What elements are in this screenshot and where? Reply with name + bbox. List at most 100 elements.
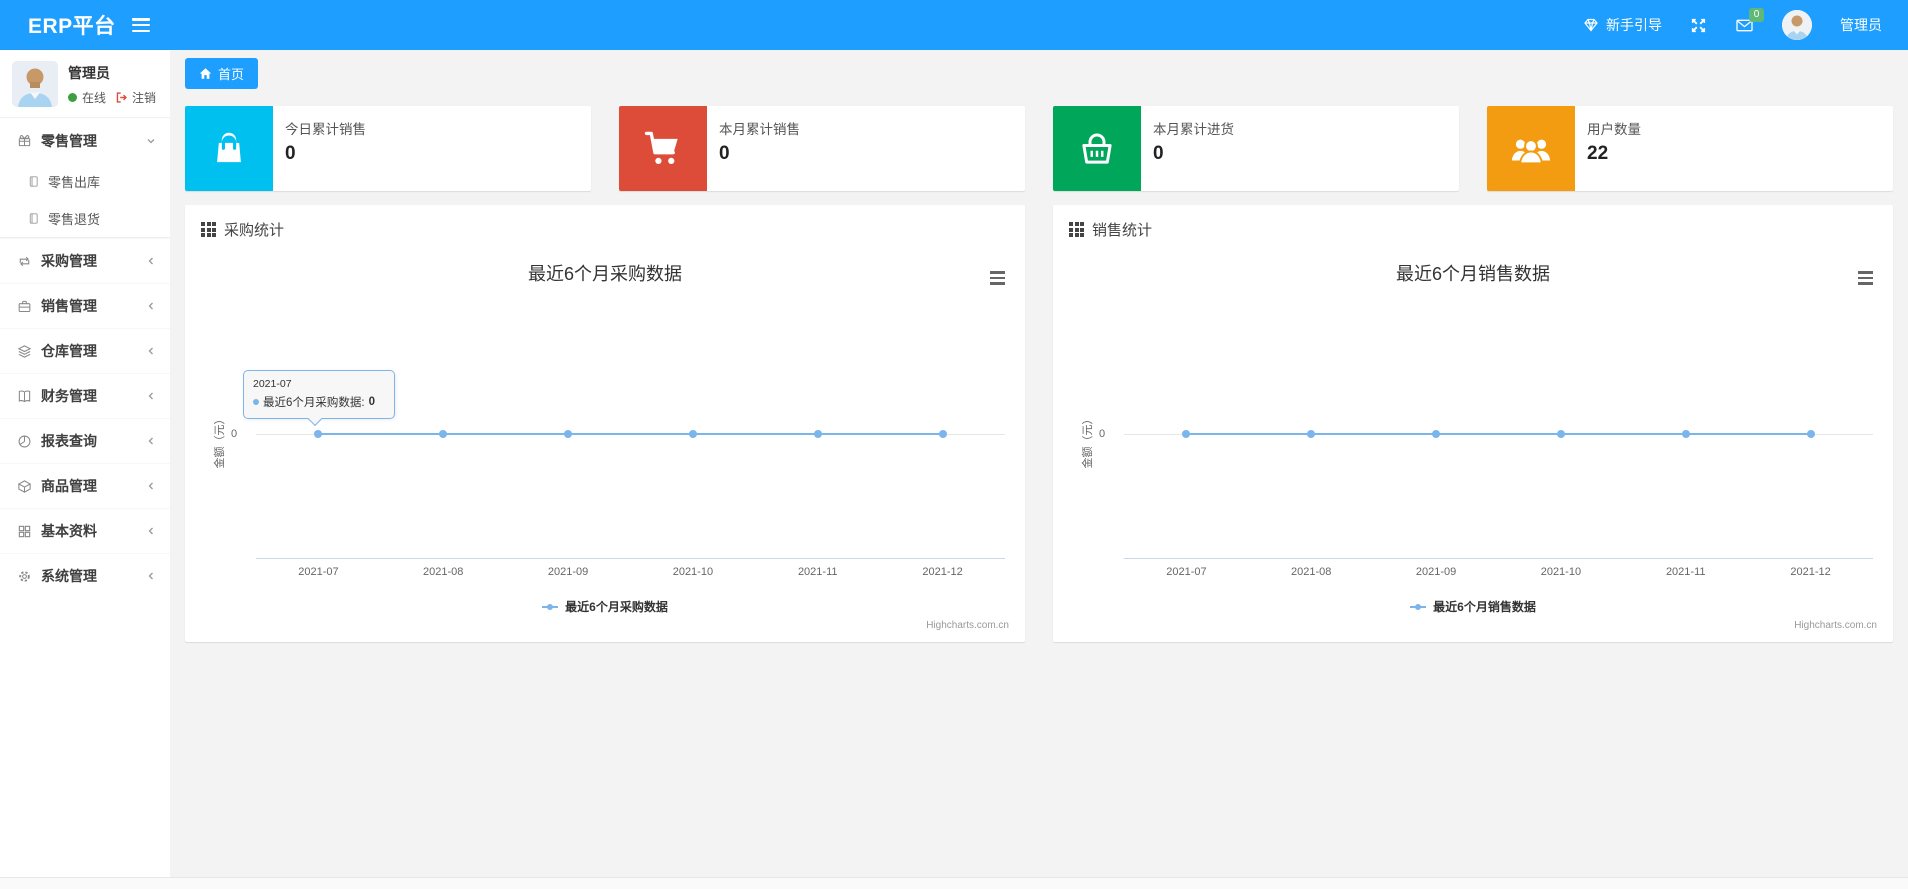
sidebar-username: 管理员	[68, 64, 110, 81]
guide-button[interactable]: 新手引导	[1583, 15, 1662, 35]
series-point[interactable]	[1806, 430, 1815, 438]
main-content: 首页 今日累计销售 0 本月累计销售 0 本月累计进货 0 用户数量 22 采购…	[170, 50, 1908, 877]
y-axis-label: 金额（元）	[214, 413, 226, 469]
series-point[interactable]	[564, 430, 573, 438]
chevron-left-icon	[146, 571, 156, 581]
sidebar-item-system[interactable]: 系统管理	[0, 553, 170, 598]
tooltip-value: 0	[368, 396, 375, 408]
app: ERP平台 新手引导 0 管理员 管理员 在线 注销 零售管理 零售出库 零售退…	[0, 0, 1908, 889]
layers-icon	[17, 344, 32, 359]
x-axis-line	[256, 558, 1005, 559]
cube-icon	[17, 479, 32, 494]
cart-icon	[619, 106, 707, 191]
chevron-left-icon	[146, 301, 156, 311]
card-month-sales: 本月累计销售 0	[619, 106, 1025, 191]
series-point[interactable]	[1681, 430, 1690, 438]
chart-credit[interactable]: Highcharts.com.cn	[926, 620, 1009, 631]
x-axis-line	[1124, 558, 1873, 559]
report-icon	[17, 434, 32, 449]
brand-area: ERP平台	[0, 10, 170, 40]
card-label: 本月累计销售	[719, 122, 800, 137]
chevron-left-icon	[146, 526, 156, 536]
card-value: 0	[719, 143, 730, 164]
fullscreen-icon[interactable]	[1690, 17, 1707, 34]
briefcase-icon	[17, 299, 32, 314]
basket-icon	[1053, 106, 1141, 191]
tooltip-series-dot	[253, 399, 259, 405]
open-book-icon	[17, 389, 32, 404]
y-axis-tick: 0	[231, 428, 238, 440]
card-label: 本月累计进货	[1153, 122, 1234, 137]
series-point[interactable]	[688, 430, 697, 438]
sidebar-item-retail[interactable]: 零售管理	[0, 118, 170, 163]
messages-button[interactable]: 0	[1735, 8, 1764, 33]
page-footer	[0, 877, 1908, 889]
card-value: 22	[1587, 143, 1609, 164]
chevron-down-icon	[146, 136, 156, 146]
chart-context-menu-icon[interactable]	[1858, 271, 1873, 285]
sidebar-submenu-retail: 零售出库 零售退货	[0, 163, 170, 238]
series-point[interactable]	[938, 430, 947, 438]
series-point[interactable]	[314, 430, 323, 438]
stat-cards: 今日累计销售 0 本月累计销售 0 本月累计进货 0 用户数量 22	[185, 106, 1893, 191]
series-line	[318, 433, 942, 435]
sidebar: 管理员 在线 注销 零售管理 零售出库 零售退货 采购管理 销售管理 仓库管理 …	[0, 50, 170, 877]
series-line	[1186, 433, 1810, 435]
user-avatar[interactable]	[1782, 10, 1812, 40]
tooltip-header: 2021-07	[253, 378, 292, 390]
x-axis-ticks: 2021-07 2021-08 2021-09 2021-10 2021-11 …	[298, 566, 963, 578]
sidebar-item-warehouse[interactable]: 仓库管理	[0, 328, 170, 373]
series-point[interactable]	[1182, 430, 1191, 438]
y-axis-label: 金额（元）	[1082, 413, 1094, 469]
series-point[interactable]	[439, 430, 448, 438]
series-point[interactable]	[1556, 430, 1565, 438]
panel-title: 采购统计	[224, 222, 285, 239]
tooltip-callout	[307, 411, 323, 427]
sidebar-toggle-icon[interactable]	[131, 18, 150, 32]
series-point[interactable]	[1432, 430, 1441, 438]
series-point[interactable]	[1307, 430, 1316, 438]
card-label: 今日累计销售	[285, 122, 366, 137]
x-axis-ticks: 2021-07 2021-08 2021-09 2021-10 2021-11 …	[1166, 566, 1831, 578]
app-logo: ERP平台	[28, 15, 116, 38]
logout-button[interactable]: 注销	[115, 89, 156, 106]
sidebar-menu: 零售管理 零售出库 零售退货 采购管理 销售管理 仓库管理 财务管理 报表查询 …	[0, 118, 170, 598]
legend-item[interactable]: 最近6个月采购数据	[185, 598, 1025, 615]
gem-icon	[1583, 17, 1599, 33]
sidebar-item-reports[interactable]: 报表查询	[0, 418, 170, 463]
grid-icon	[17, 524, 32, 539]
purchase-stats-panel: 采购统计 最近6个月采购数据 金额（元） 0 2021-07 2021-08 2…	[185, 205, 1025, 642]
sidebar-item-sales[interactable]: 销售管理	[0, 283, 170, 328]
book-icon	[27, 175, 40, 188]
sidebar-item-finance[interactable]: 财务管理	[0, 373, 170, 418]
chevron-left-icon	[146, 391, 156, 401]
repeat-icon	[17, 254, 32, 269]
series-point[interactable]	[813, 430, 822, 438]
sidebar-item-retail-return[interactable]: 零售退货	[0, 200, 170, 237]
chart-credit[interactable]: Highcharts.com.cn	[1794, 620, 1877, 631]
sidebar-item-goods[interactable]: 商品管理	[0, 463, 170, 508]
tooltip-series-label: 最近6个月采购数据:	[263, 397, 365, 409]
sidebar-item-retail-out[interactable]: 零售出库	[0, 163, 170, 200]
th-icon	[1069, 222, 1084, 237]
legend-item[interactable]: 最近6个月销售数据	[1053, 598, 1893, 615]
sidebar-item-purchase[interactable]: 采购管理	[0, 238, 170, 283]
header-actions: 新手引导 0 管理员	[1583, 8, 1908, 40]
guide-label: 新手引导	[1606, 17, 1662, 33]
chart-title: 最近6个月采购数据	[527, 264, 682, 284]
tab-home[interactable]: 首页	[185, 58, 259, 89]
chart-title: 最近6个月销售数据	[1395, 264, 1550, 284]
th-icon	[201, 222, 216, 237]
card-value: 0	[285, 143, 296, 164]
sales-stats-panel: 销售统计 最近6个月销售数据 金额（元） 0 2021-07 2021-08 2…	[1053, 205, 1893, 642]
card-month-purchase: 本月累计进货 0	[1053, 106, 1459, 191]
sidebar-item-basic-data[interactable]: 基本资料	[0, 508, 170, 553]
legend-marker-icon	[1410, 603, 1427, 611]
panel-title: 销售统计	[1092, 222, 1153, 239]
username-label[interactable]: 管理员	[1840, 15, 1882, 35]
signout-icon	[115, 91, 128, 104]
users-icon	[1487, 106, 1575, 191]
logout-label: 注销	[132, 90, 157, 105]
chart-context-menu-icon[interactable]	[990, 271, 1005, 285]
legend-marker-icon	[542, 603, 559, 611]
